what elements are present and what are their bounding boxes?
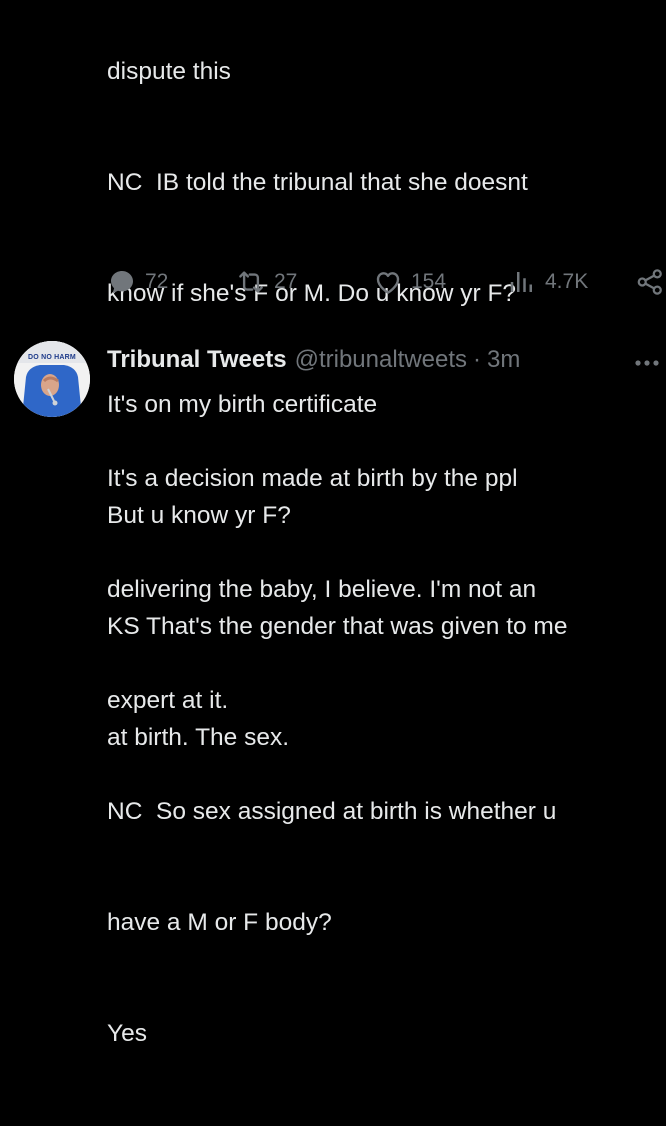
retweet-count: 27 [274, 270, 298, 293]
tweet-text-line: It's a decision made at birth by the ppl [107, 465, 518, 492]
retweet-icon [236, 267, 266, 297]
reply-button[interactable]: 72 [107, 262, 168, 302]
views-count: 4.7K [545, 270, 589, 293]
tweet-actions-bar: 72 27 154 4.7K [0, 262, 666, 302]
retweet-button[interactable]: 27 [236, 262, 297, 302]
tweet-header: Tribunal Tweets @tribunaltweets · 3m [107, 342, 520, 378]
views-chart-icon [507, 267, 537, 297]
tweet-text-line: NC IB told the tribunal that she doesnt [107, 169, 528, 196]
like-button[interactable]: 154 [373, 262, 446, 302]
tweet-text-line: expert at it. [107, 687, 229, 714]
tweet-timestamp[interactable]: 3m [487, 346, 520, 374]
reply-count: 72 [145, 270, 169, 293]
like-count: 154 [411, 270, 447, 293]
tweet-text-line: dispute this [107, 58, 231, 85]
avatar-image [14, 341, 90, 417]
tweet-text: It's a decision made at birth by the ppl… [107, 386, 556, 1126]
share-button[interactable] [634, 262, 666, 302]
more-button[interactable] [634, 342, 660, 378]
more-dots-icon [634, 347, 660, 373]
user-handle[interactable]: @tribunaltweets [295, 346, 467, 374]
share-icon [634, 267, 666, 297]
header-separator: · [473, 346, 482, 373]
views-button[interactable]: 4.7K [507, 262, 588, 302]
tweet-text-line: NC So sex assigned at birth is whether u [107, 798, 557, 825]
tweet-text-line: have a M or F body? [107, 909, 332, 936]
avatar[interactable]: DO NO HARM [14, 341, 90, 417]
display-name[interactable]: Tribunal Tweets [107, 346, 287, 374]
tweet-text-line: Yes [107, 1020, 147, 1047]
heart-icon [373, 267, 403, 297]
reply-icon [107, 267, 137, 297]
tweet-text-line: delivering the baby, I believe. I'm not … [107, 576, 537, 603]
avatar-caption: DO NO HARM [28, 354, 76, 361]
